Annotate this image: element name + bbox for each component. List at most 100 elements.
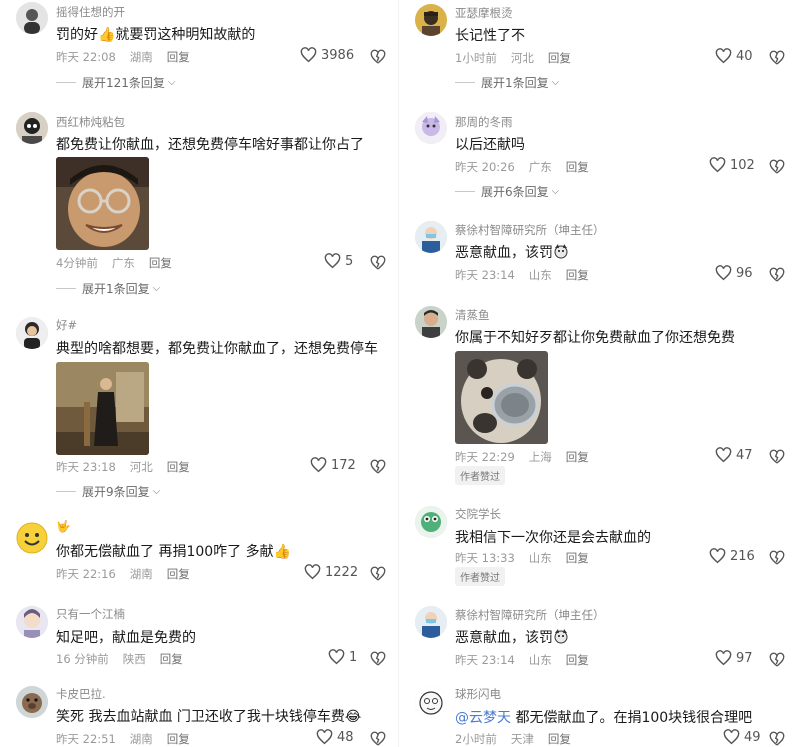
comment-image[interactable] [56, 362, 149, 455]
avatar[interactable] [16, 2, 48, 34]
dislike-button[interactable] [769, 652, 785, 668]
dislike-button[interactable] [769, 50, 785, 66]
chevron-down-icon: ⌵ [167, 77, 176, 88]
comment-username[interactable]: 蔡徐村智障研究所（坤主任） [455, 222, 605, 238]
comment-username[interactable]: 西红柿炖粘包 [56, 114, 125, 130]
avatar[interactable] [415, 686, 447, 718]
dislike-button[interactable] [769, 550, 785, 566]
dislike-button[interactable] [769, 449, 785, 465]
like-button[interactable]: 102 [709, 157, 755, 173]
broken-heart-icon [370, 459, 386, 474]
expand-line [455, 191, 475, 192]
reply-button[interactable]: 回复 [566, 267, 589, 283]
reply-button[interactable]: 回复 [566, 449, 589, 465]
comment-username[interactable]: 清蒸鱼 [455, 307, 490, 323]
like-count: 1 [349, 649, 358, 665]
reply-button[interactable]: 回复 [167, 459, 190, 475]
reply-button[interactable]: 回复 [566, 550, 589, 566]
comment-time: 昨天 23:14 [455, 653, 515, 667]
like-button[interactable]: 49 [723, 729, 761, 745]
reply-button[interactable]: 回复 [548, 731, 571, 747]
avatar[interactable] [415, 606, 447, 638]
expand-replies-button[interactable]: 展开1条回复 ⌵ [455, 74, 559, 91]
comment-time: 昨天 22:29 [455, 450, 515, 464]
reply-button[interactable]: 回复 [566, 652, 589, 668]
comment-time: 1小时前 [455, 51, 497, 65]
avatar[interactable] [415, 506, 447, 538]
chevron-down-icon: ⌵ [551, 77, 560, 88]
comment-text: 都免费让你献血，还想免费停车啥好事都让你占了 [56, 137, 364, 153]
comment-location: 湖南 [129, 732, 153, 746]
reply-button[interactable]: 回复 [167, 731, 190, 747]
like-button[interactable]: 96 [715, 265, 753, 281]
like-button[interactable]: 1 [328, 649, 357, 665]
comment-username[interactable]: 那周的冬雨 [455, 114, 513, 130]
comment-location: 河北 [129, 460, 153, 474]
expand-replies-button[interactable]: 展开9条回复 ⌵ [56, 483, 160, 500]
comment-username[interactable]: 🤟 [56, 519, 70, 533]
avatar[interactable] [415, 221, 447, 253]
dislike-button[interactable] [769, 159, 785, 175]
dislike-button[interactable] [370, 651, 386, 667]
dislike-button[interactable] [769, 731, 785, 747]
comment-username[interactable]: 只有一个江楠 [56, 606, 125, 622]
comment-username[interactable]: 蔡徐村智障研究所（坤主任） [455, 607, 605, 623]
avatar[interactable] [16, 606, 48, 638]
reply-button[interactable]: 回复 [566, 159, 589, 175]
reply-button[interactable]: 回复 [548, 50, 571, 66]
comment-text: @云梦天 都无偿献血了。在捐100块钱很合理吧 [455, 707, 752, 727]
like-button[interactable]: 47 [715, 447, 753, 463]
heart-outline-icon [328, 649, 345, 665]
avatar[interactable] [415, 306, 447, 338]
expand-replies-button[interactable]: 展开1条回复 ⌵ [56, 280, 160, 297]
dislike-button[interactable] [370, 566, 386, 582]
like-button[interactable]: 172 [310, 457, 356, 473]
comment-text-body: 恶意献血，该罚 [455, 245, 553, 261]
avatar[interactable] [415, 112, 447, 144]
like-button[interactable]: 40 [715, 48, 753, 64]
dislike-button[interactable] [370, 731, 386, 747]
reply-button[interactable]: 回复 [167, 49, 190, 65]
comment-meta: 昨天 22:08 湖南 回复 [56, 49, 190, 65]
reply-button[interactable]: 回复 [167, 566, 190, 582]
comment-username[interactable]: 交院学长 [455, 506, 501, 522]
comment-time: 昨天 22:16 [56, 567, 116, 581]
dislike-button[interactable] [370, 255, 386, 271]
avatar[interactable] [415, 4, 447, 36]
like-button[interactable]: 97 [715, 650, 753, 666]
broken-heart-icon [769, 50, 785, 65]
avatar[interactable] [16, 686, 48, 718]
comment-time: 昨天 13:33 [455, 551, 515, 565]
broken-heart-icon [370, 731, 386, 746]
comment-meta: 昨天 22:16 湖南 回复 [56, 566, 190, 582]
avatar[interactable] [16, 317, 48, 349]
comment-username[interactable]: 摇得住想的开 [56, 4, 125, 20]
mention-link[interactable]: @云梦天 [455, 710, 511, 726]
comment-username[interactable]: 亚瑟摩根烫 [455, 5, 513, 21]
reply-button[interactable]: 回复 [160, 651, 183, 667]
avatar[interactable] [16, 522, 48, 554]
like-button[interactable]: 5 [324, 253, 353, 269]
comment-meta: 昨天 22:51 湖南 回复 [56, 731, 190, 747]
comment-image[interactable] [56, 157, 149, 250]
reply-button[interactable]: 回复 [149, 255, 172, 271]
comment-location: 天津 [510, 732, 534, 746]
heart-outline-icon [709, 157, 726, 173]
like-button[interactable]: 216 [709, 548, 755, 564]
expand-replies-button[interactable]: 展开6条回复 ⌵ [455, 183, 559, 200]
dislike-button[interactable] [370, 459, 386, 475]
like-button[interactable]: 3986 [300, 47, 354, 63]
comment-username[interactable]: 卡皮巴拉. [56, 686, 106, 702]
dislike-button[interactable] [769, 267, 785, 283]
comment-username[interactable]: 好# [56, 317, 77, 333]
comment-username[interactable]: 球形闪电 [455, 686, 501, 702]
comment-text: 你都无偿献血了 再捐100咋了 多献👍 [56, 544, 292, 560]
comment-image[interactable] [455, 351, 548, 444]
comment-meta: 昨天 23:14 山东 回复 [455, 652, 589, 668]
like-count: 96 [736, 265, 753, 281]
like-button[interactable]: 1222 [304, 564, 358, 580]
dislike-button[interactable] [370, 49, 386, 65]
like-button[interactable]: 48 [316, 729, 354, 745]
avatar[interactable] [16, 112, 48, 144]
expand-replies-button[interactable]: 展开121条回复 ⌵ [56, 74, 176, 91]
